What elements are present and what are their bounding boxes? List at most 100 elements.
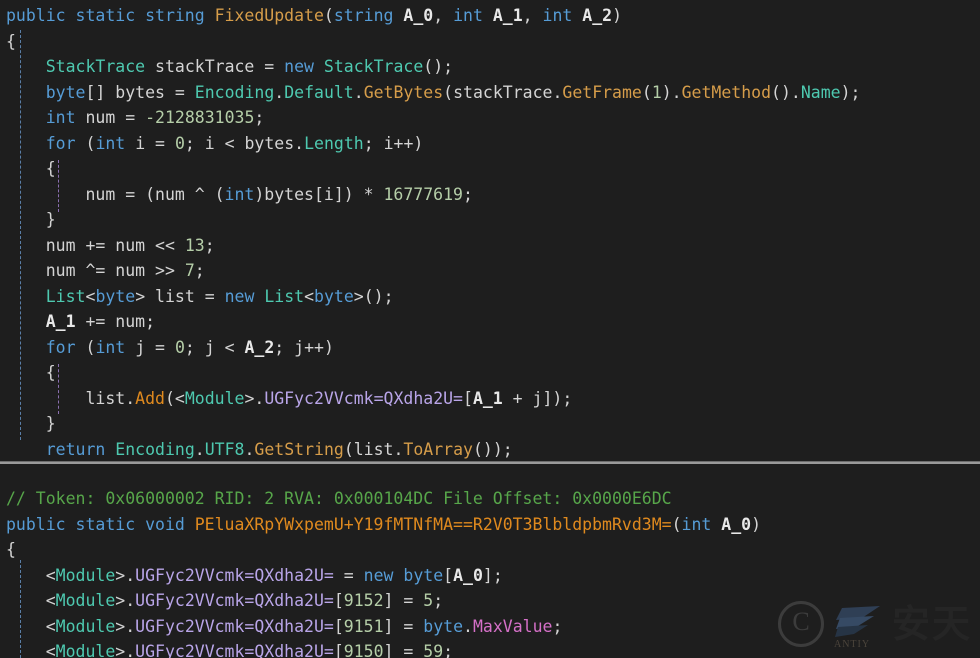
code-token: [ [333, 616, 344, 636]
code-line: // Token: 0x06000002 RID: 2 RVA: 0x00010… [6, 486, 761, 512]
code-token: [] bytes = [85, 82, 195, 102]
code-token: ToArray [403, 439, 473, 459]
code-token: 1 [651, 82, 662, 102]
code-token: Add [135, 388, 165, 408]
code-line: <Module>.UGFyc2VVcmk=QXdha2U=[9151] = by… [6, 614, 761, 640]
code-token: A_2 [244, 337, 275, 357]
code-token: UGFyc2VVcmk=QXdha2U= [135, 616, 334, 636]
code-token: ). [661, 82, 682, 102]
code-token: Module [55, 591, 116, 610]
code-token: Module [55, 642, 116, 658]
code-token: for [45, 133, 86, 153]
code-token: list. [6, 388, 136, 408]
code-token: MaxValue [472, 616, 553, 636]
code-token: (list. [343, 439, 404, 459]
code-token: ; [204, 235, 215, 255]
code-token: < [304, 286, 315, 306]
code-token: 59 [423, 642, 444, 658]
code-token: byte [423, 616, 464, 636]
code-token: . [244, 439, 255, 459]
code-token: public static void [6, 514, 195, 534]
code-token: ( [323, 6, 334, 25]
code-token: = [333, 565, 364, 585]
code-token: ; [433, 591, 444, 610]
code-token: Encoding [194, 82, 275, 102]
code-token: ) [751, 514, 762, 534]
code-token: GetBytes [363, 82, 444, 102]
code-token: += num; [75, 312, 156, 331]
code-token: { [6, 540, 16, 559]
code-token: (stackTrace. [443, 82, 563, 102]
top-code-pane[interactable]: public static string FixedUpdate(string … [0, 0, 980, 462]
code-line: <Module>.UGFyc2VVcmk=QXdha2U= = new byte… [6, 563, 761, 589]
code-token: . [274, 82, 285, 102]
code-token: Module [184, 388, 245, 408]
code-token: ]; [482, 565, 503, 585]
code-token: >. [115, 591, 136, 610]
code-line: { [6, 360, 860, 386]
code-token: { [6, 159, 56, 178]
code-token: ()); [472, 439, 513, 459]
code-line: num = (num ^ (int)bytes[i]) * 16777619; [6, 182, 860, 208]
code-token: (); [423, 57, 454, 76]
code-token: ; [462, 184, 473, 204]
code-token: ( [641, 82, 652, 102]
code-token: (). [771, 82, 801, 102]
code-token: i = [135, 133, 175, 153]
code-token: < [85, 286, 96, 306]
code-token: 9151 [343, 616, 384, 636]
code-line: public static string FixedUpdate(string … [6, 3, 860, 29]
code-token: A_2 [582, 6, 613, 25]
code-token: Name [800, 82, 841, 102]
code-token: . [194, 439, 205, 459]
code-token: A_1 [492, 6, 523, 25]
code-line: list.Add(<Module>.UGFyc2VVcmk=QXdha2U=[A… [6, 386, 860, 412]
code-token: new [224, 286, 265, 306]
code-token: return [45, 439, 116, 459]
code-token: List [45, 286, 86, 306]
code-token: // Token: 0x06000002 RID: 2 RVA: 0x00010… [6, 489, 672, 508]
code-token: GetString [254, 439, 344, 459]
code-token: List [264, 286, 305, 306]
code-token: A_1 [45, 312, 76, 331]
code-token: >. [115, 642, 136, 658]
code-token: >(); [353, 286, 394, 306]
code-token: for [45, 337, 86, 357]
code-token: < [6, 591, 56, 610]
code-token: } [6, 414, 56, 433]
code-token: 16777619 [383, 184, 463, 204]
code-token: 9150 [343, 642, 384, 658]
code-token: num = (num ^ ( [6, 184, 225, 204]
code-token: new [284, 57, 324, 76]
code-token: UTF8 [204, 439, 245, 459]
code-token: >. [115, 616, 136, 636]
code-token: Default [284, 82, 354, 102]
code-token: int [453, 6, 493, 25]
bottom-code-pane[interactable]: // Token: 0x06000002 RID: 2 RVA: 0x00010… [0, 464, 980, 658]
code-token: Length [304, 133, 364, 153]
code-token: byte [314, 286, 354, 306]
code-line: public static void PEluaXRpYWxpemU+Y19fM… [6, 512, 761, 538]
code-token: ; i < bytes. [184, 133, 305, 153]
code-token: ; [254, 108, 265, 127]
code-token: ; j++) [274, 337, 334, 357]
code-token: UGFyc2VVcmk=QXdha2U= [264, 388, 463, 408]
code-line: A_1 += num; [6, 309, 860, 335]
code-token: PEluaXRpYWxpemU+Y19fMTNfMA==R2V0T3Blbldp… [194, 514, 672, 534]
code-viewer: public static string FixedUpdate(string … [0, 0, 980, 658]
code-token: ; j < [184, 337, 245, 357]
code-token: ; [443, 642, 454, 658]
code-token: ] = [383, 591, 424, 610]
code-line: StackTrace stackTrace = new StackTrace()… [6, 54, 860, 80]
code-token: , [522, 6, 543, 25]
code-token: [ [333, 591, 344, 610]
code-token: A_0 [453, 565, 483, 585]
code-token: ] = [383, 642, 424, 658]
